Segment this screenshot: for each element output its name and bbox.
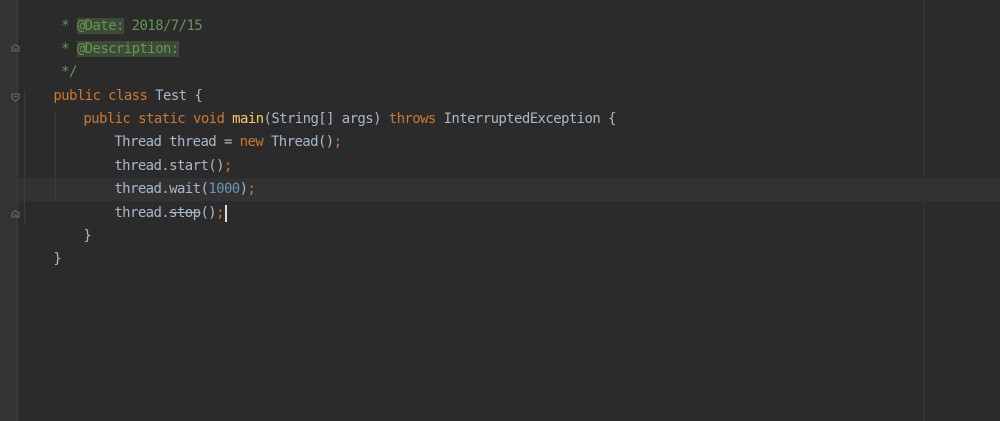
exception-type: InterruptedException (443, 111, 601, 127)
code-line[interactable]: * @Date: 2018/7/15 (22, 0, 203, 34)
paren: () (200, 205, 217, 221)
code-line[interactable]: public class Test { (22, 62, 202, 104)
code-line[interactable]: */ (22, 38, 77, 80)
code-line[interactable]: } (22, 225, 61, 267)
doc-tag: @Description: (76, 41, 179, 57)
code-line[interactable]: * @Description: (22, 15, 179, 57)
brace: } (83, 228, 92, 244)
code-line[interactable]: } (52, 202, 91, 244)
code-line-current[interactable]: thread.stop(); (83, 179, 227, 222)
fold-close-icon[interactable] (11, 44, 20, 53)
semicolon: ; (247, 181, 256, 197)
constructor-call: Thread() (263, 134, 334, 150)
code-line[interactable]: thread.wait(1000); (83, 155, 256, 197)
keyword: new (239, 134, 264, 150)
code-line[interactable]: Thread thread = new Thread(); (83, 108, 342, 150)
code-line[interactable]: public static void main(String[] args) t… (52, 85, 616, 127)
keyword: throws (388, 111, 437, 127)
fold-close-icon[interactable] (11, 210, 20, 219)
brace: } (53, 251, 62, 267)
semicolon: ; (333, 134, 342, 150)
fold-open-icon[interactable] (11, 93, 20, 102)
code-line[interactable]: thread.start(); (83, 132, 232, 174)
semicolon: ; (216, 205, 224, 221)
code-editor[interactable]: * @Date: 2018/7/15 * @Description: */ pu… (0, 0, 1000, 421)
brace: { (608, 111, 616, 127)
right-margin-guide (924, 0, 925, 421)
method-call: thread. (114, 205, 170, 221)
deprecated-method: stop (169, 205, 201, 221)
text-caret (224, 204, 227, 222)
